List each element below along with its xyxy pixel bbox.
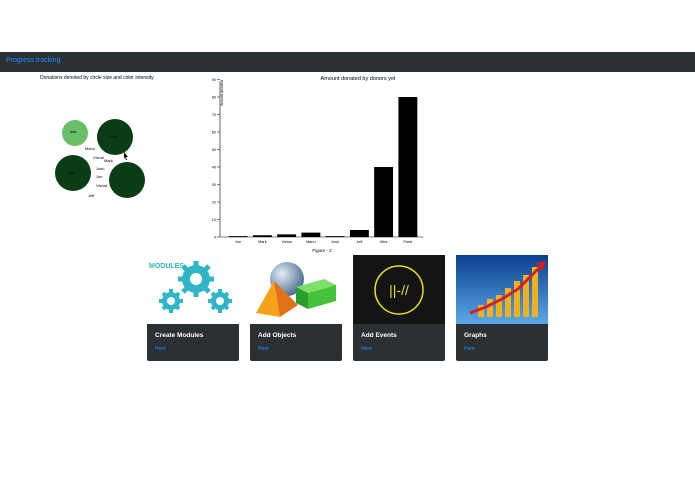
y-tick-label: 40 (212, 165, 216, 169)
y-tick-label: 90 (212, 78, 216, 82)
card-graphs: Graphs Here (456, 255, 548, 361)
card-title: Add Events (361, 332, 397, 339)
card-link-create-modules[interactable]: Here (155, 346, 166, 352)
bar-jeff (349, 230, 369, 237)
card-body: Add Objects Here (250, 324, 342, 361)
growth-chart-icon (456, 255, 548, 324)
chart-title: Amount donated by donors yet (321, 76, 396, 82)
x-tick-label: Manu (306, 240, 316, 244)
events-logo-text: ||-// (389, 282, 409, 298)
bar-wes (374, 167, 394, 237)
x-tick-label: Vishal (281, 240, 291, 244)
card-body: Add Events Here (353, 324, 445, 361)
card-link-graphs[interactable]: Here (464, 346, 475, 352)
y-tick-label: 0 (214, 235, 216, 239)
bar-jon (228, 236, 248, 237)
x-axis-label: Figure - 2 (312, 248, 332, 253)
bar-manu (301, 232, 321, 237)
y-tick-label: 20 (212, 200, 216, 204)
bar-preet (398, 97, 418, 237)
3d-shapes-icon (256, 262, 336, 317)
x-tick-label: Preet (403, 240, 413, 244)
bar-chart: Amount donated by donors yet Figure - 2 … (212, 76, 423, 253)
y-tick-label: 50 (212, 148, 216, 152)
y-tick-label: 10 (212, 218, 216, 222)
gears-icon: MODULES (149, 261, 232, 313)
card-add-objects: Add Objects Here (250, 255, 342, 361)
x-tick-label: Jeff (356, 240, 363, 244)
card-create-modules: MODULES Create Modules Here (147, 255, 239, 361)
y-axis-label: Amount donated (220, 80, 224, 106)
bar-josh (325, 236, 345, 237)
y-tick-label: 80 (212, 95, 216, 99)
y-tick-label: 60 (212, 130, 216, 134)
card-body: Create Modules Here (147, 324, 239, 361)
modules-image-text: MODULES (149, 263, 184, 270)
bar-mark (252, 235, 272, 237)
events-logo-image: ||-// (353, 255, 445, 324)
card-body: Graphs Here (456, 324, 548, 361)
card-link-add-events[interactable]: Here (361, 346, 372, 352)
x-tick-label: Wes (380, 240, 388, 244)
card-link-add-objects[interactable]: Here (258, 346, 269, 352)
x-tick-label: Jon (235, 240, 241, 244)
y-tick-label: 30 (212, 183, 216, 187)
bar-vishal (277, 234, 297, 237)
card-title: Add Objects (258, 332, 297, 339)
x-tick-label: Josh (331, 240, 339, 244)
card-title: Graphs (464, 332, 487, 339)
modules-gears-image: MODULES (147, 255, 239, 324)
card-title: Create Modules (155, 332, 204, 339)
card-add-events: ||-// Add Events Here (353, 255, 445, 361)
y-tick-label: 70 (212, 113, 216, 117)
objects-shapes-image (250, 255, 342, 324)
graphs-image (456, 255, 548, 324)
events-logo-icon: ||-// (374, 265, 424, 315)
x-tick-label: Mark (258, 240, 267, 244)
